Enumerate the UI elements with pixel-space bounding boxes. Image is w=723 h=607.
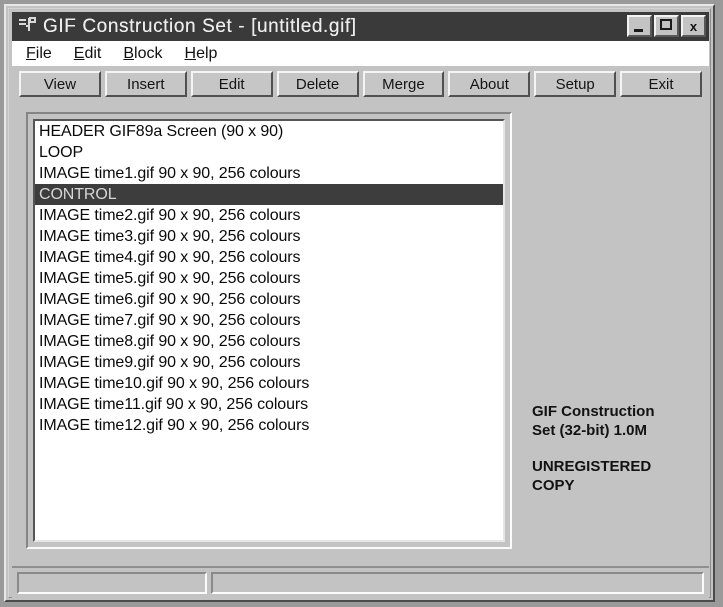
toolbar-button-edit[interactable]: Edit [190,71,273,97]
list-item[interactable]: IMAGE time2.gif 90 x 90, 256 colours [35,205,503,226]
list-item[interactable]: HEADER GIF89a Screen (90 x 90) [35,121,503,142]
menu-block-label: lock [134,44,163,62]
toolbar-label-exit: Exit [648,75,674,93]
toolbar-label-about: About [469,75,509,93]
menu-edit-accel: E [73,44,85,62]
toolbar-button-view[interactable]: View [19,71,101,97]
block-list-frame: HEADER GIF89a Screen (90 x 90) LOOP IMAG… [26,112,512,549]
close-icon: x [689,18,698,34]
toolbar-button-setup[interactable]: Setup [534,71,617,97]
window-title: GIF Construction Set - [untitled.gif] [43,16,357,37]
toolbar-label-setup: Setup [555,75,595,93]
application-window: GIF Construction Set - [untitled.gif] x … [4,4,715,602]
menu-bar: File Edit Block Help [12,41,709,66]
list-item[interactable]: IMAGE time10.gif 90 x 90, 256 colours [35,373,503,394]
desktop-background: GIF Construction Set - [untitled.gif] x … [0,0,723,607]
list-item-selected[interactable]: CONTROL [35,184,503,205]
status-bar [12,566,709,598]
maximize-icon [660,19,672,30]
menu-item-file[interactable]: File [26,44,52,62]
registration-status-line2: COPY [532,477,575,494]
menu-file-accel: F [26,44,36,62]
list-item[interactable]: IMAGE time1.gif 90 x 90, 256 colours [35,163,503,184]
window-inner-frame: GIF Construction Set - [untitled.gif] x … [8,8,711,598]
list-item[interactable]: IMAGE time7.gif 90 x 90, 256 colours [35,310,503,331]
menu-item-block[interactable]: Block [123,44,163,62]
gif-block-list[interactable]: HEADER GIF89a Screen (90 x 90) LOOP IMAG… [33,119,505,542]
list-item[interactable]: IMAGE time12.gif 90 x 90, 256 colours [35,415,503,436]
toolbar: View Insert Edit Delete Merge About Setu… [12,66,709,102]
list-item[interactable]: IMAGE time6.gif 90 x 90, 256 colours [35,289,503,310]
status-pane-left [17,572,207,594]
info-panel-spacer [532,440,700,457]
app-document-icon[interactable] [17,16,39,37]
menu-item-edit[interactable]: Edit [73,44,102,62]
registration-status-line1: UNREGISTERED [532,458,652,475]
toolbar-button-about[interactable]: About [448,71,531,97]
toolbar-label-view: View [43,75,77,93]
list-item[interactable]: IMAGE time9.gif 90 x 90, 256 colours [35,352,503,373]
toolbar-button-merge[interactable]: Merge [362,71,445,97]
close-button[interactable]: x [681,15,706,37]
product-info-panel: GIF Construction Set (32-bit) 1.0M UNREG… [532,402,700,495]
list-item[interactable]: IMAGE time4.gif 90 x 90, 256 colours [35,247,503,268]
toolbar-label-edit: Edit [218,75,245,93]
list-item[interactable]: IMAGE time5.gif 90 x 90, 256 colours [35,268,503,289]
list-item[interactable]: IMAGE time8.gif 90 x 90, 256 colours [35,331,503,352]
list-item[interactable]: IMAGE time11.gif 90 x 90, 256 colours [35,394,503,415]
toolbar-button-exit[interactable]: Exit [620,71,702,97]
toolbar-label-delete: Delete [295,75,340,93]
menu-help-accel: H [184,44,197,62]
product-name-line2: Set (32-bit) 1.0M [532,422,648,439]
list-item[interactable]: LOOP [35,142,503,163]
status-pane-right [211,572,704,594]
work-area: HEADER GIF89a Screen (90 x 90) LOOP IMAG… [12,102,709,562]
minimize-button[interactable] [627,15,652,37]
toolbar-label-insert: Insert [127,75,165,93]
minimize-icon [634,29,643,32]
product-name-line1: GIF Construction [532,403,655,420]
toolbar-label-merge: Merge [382,75,425,93]
menu-help-label: elp [196,44,218,62]
menu-file-label: ile [35,44,52,62]
toolbar-button-insert[interactable]: Insert [104,71,187,97]
window-controls: x [627,15,706,37]
list-item[interactable]: IMAGE time3.gif 90 x 90, 256 colours [35,226,503,247]
toolbar-button-delete[interactable]: Delete [276,71,359,97]
menu-block-accel: B [123,44,135,62]
title-bar[interactable]: GIF Construction Set - [untitled.gif] x [12,12,709,41]
menu-item-help[interactable]: Help [184,44,218,62]
maximize-button[interactable] [654,15,679,37]
menu-edit-label: dit [84,44,102,62]
